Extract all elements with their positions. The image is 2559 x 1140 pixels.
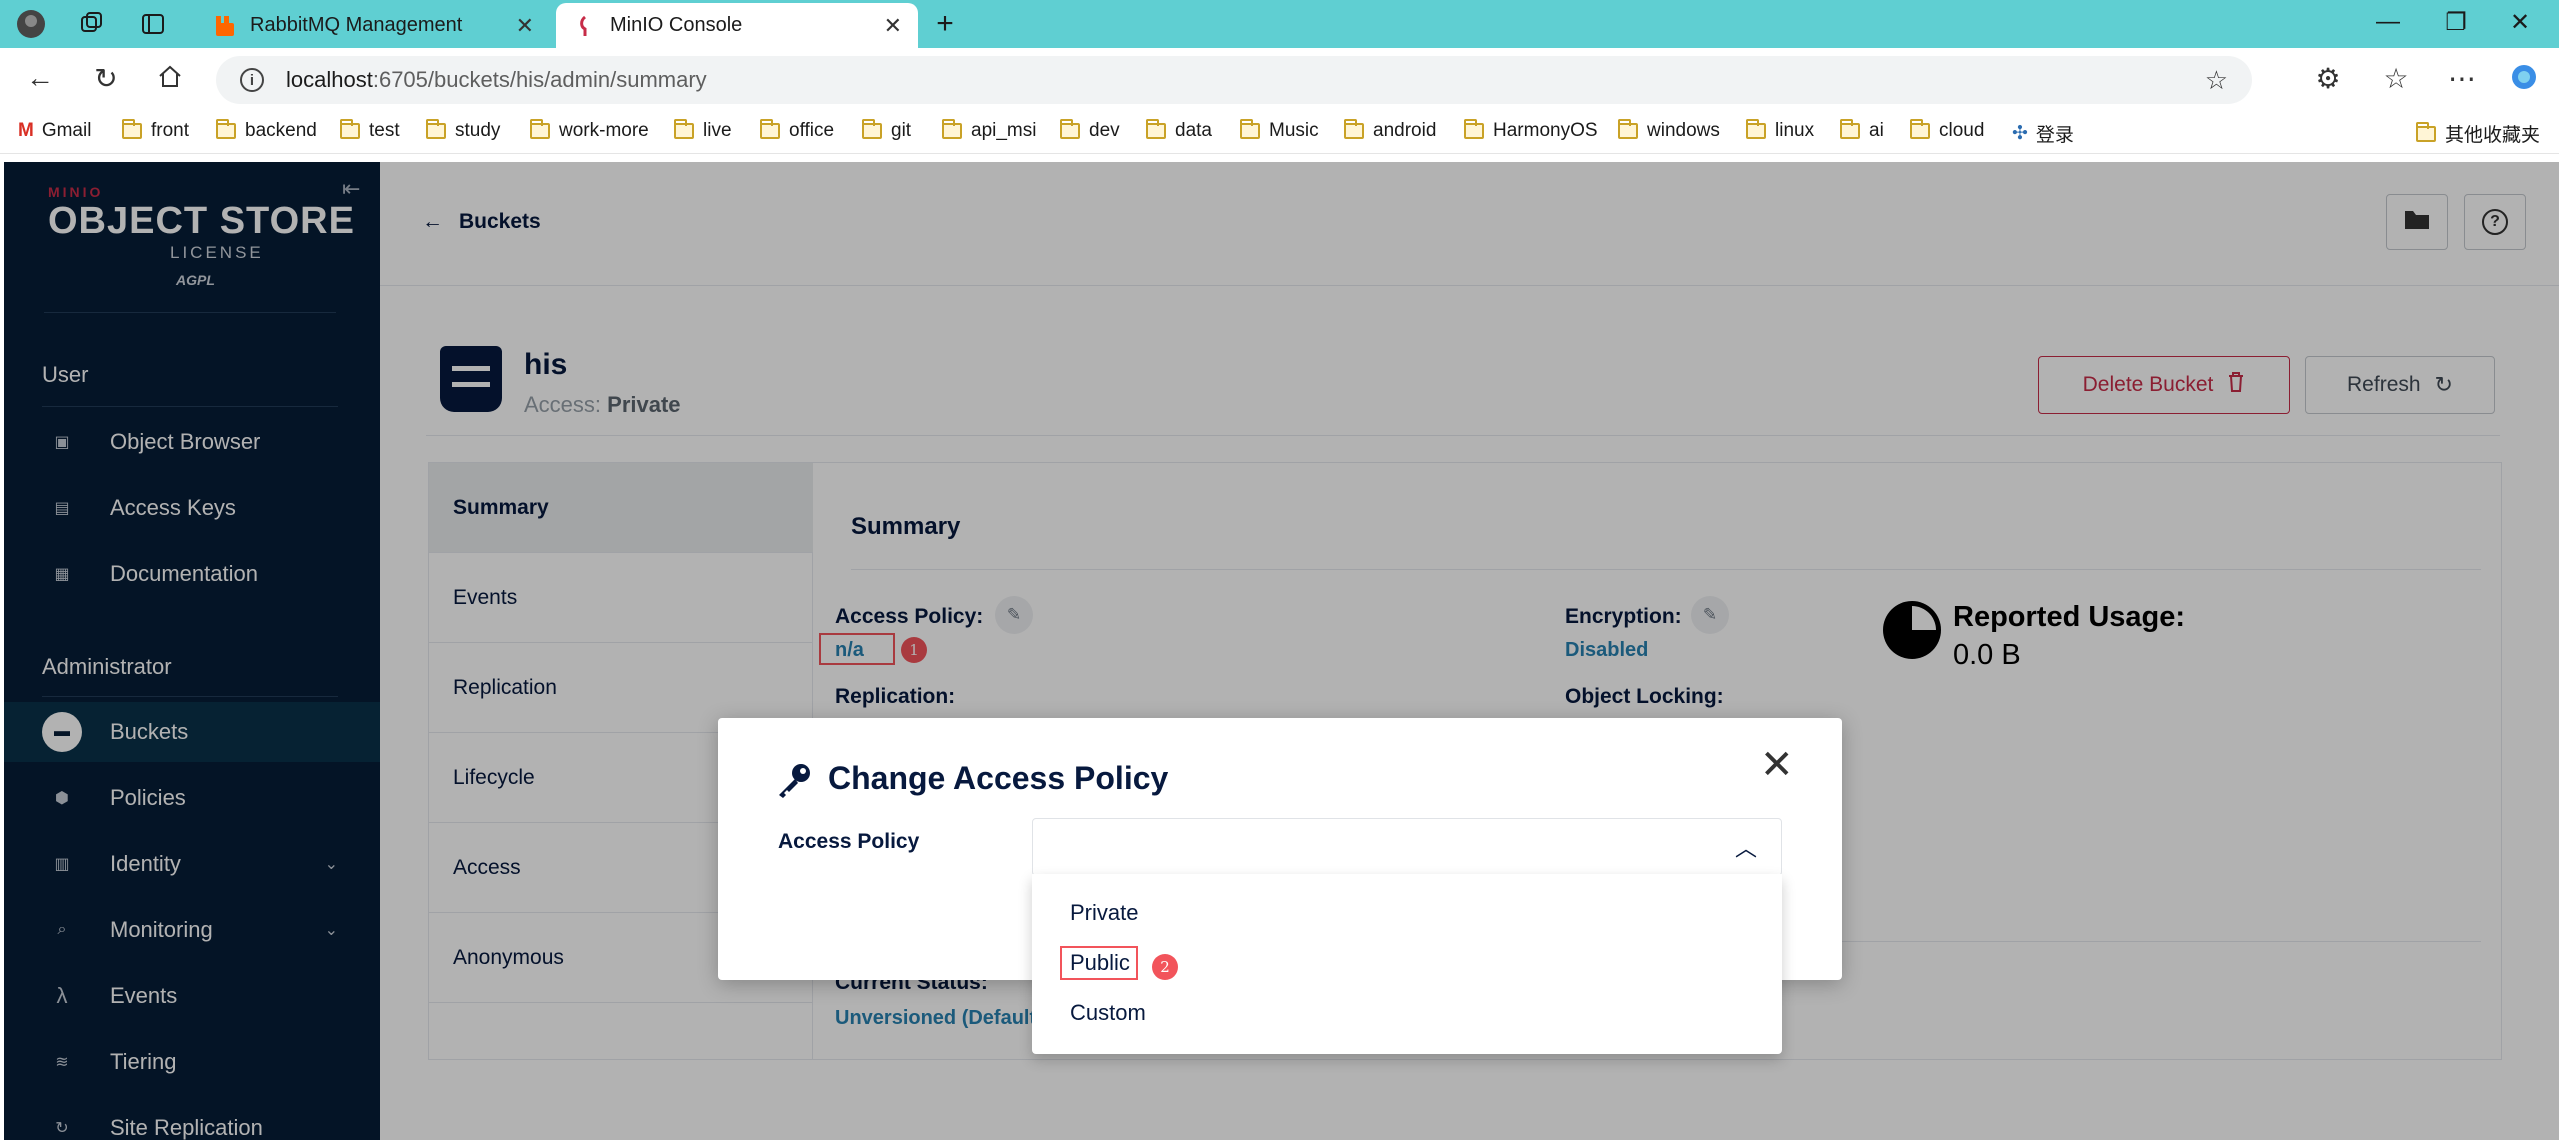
tab-label: MinIO Console xyxy=(610,14,743,36)
folder-icon xyxy=(340,119,360,139)
tab-close-icon[interactable]: ✕ xyxy=(884,13,902,39)
bookmark-folder[interactable]: git xyxy=(862,119,911,142)
bookmark-folder[interactable]: ai xyxy=(1840,119,1884,142)
home-icon[interactable] xyxy=(152,62,188,97)
bookmark-folder[interactable]: work-more xyxy=(530,119,649,142)
folder-icon xyxy=(1910,119,1930,139)
bookmark-folder[interactable]: cloud xyxy=(1910,119,1984,142)
annotation-marker: 2 xyxy=(1152,954,1178,980)
favorite-star-icon[interactable]: ☆ xyxy=(2205,65,2228,96)
reload-icon[interactable]: ↻ xyxy=(88,62,124,95)
folder-icon xyxy=(1464,119,1484,139)
folder-icon xyxy=(216,119,236,139)
globe-icon: ✣ xyxy=(2012,123,2028,144)
bookmark-folder[interactable]: windows xyxy=(1618,119,1720,142)
folder-icon xyxy=(426,119,446,139)
bookmark-login[interactable]: ✣ 登录 xyxy=(2012,120,2074,147)
bookmark-folder[interactable]: dev xyxy=(1060,119,1120,142)
option-private[interactable]: Private xyxy=(1070,900,1138,926)
window-close-icon[interactable]: ✕ xyxy=(2500,8,2540,37)
vertical-tabs-icon[interactable] xyxy=(138,9,168,39)
favorites-icon[interactable]: ☆ xyxy=(2378,62,2414,95)
access-policy-select[interactable]: ︿ xyxy=(1032,818,1782,876)
folder-icon xyxy=(1618,119,1638,139)
access-policy-options: Private Public 2 Custom xyxy=(1032,874,1782,1054)
key-icon xyxy=(774,760,812,798)
folder-icon xyxy=(122,119,142,139)
copilot-icon[interactable] xyxy=(2506,62,2542,99)
minimize-icon[interactable]: — xyxy=(2368,8,2408,36)
browser-toolbar: ← ↻ i localhost:6705/buckets/his/admin/s… xyxy=(0,48,2559,112)
address-bar[interactable]: i localhost:6705/buckets/his/admin/summa… xyxy=(216,56,2252,104)
back-arrow-icon[interactable]: ← xyxy=(22,62,58,94)
bookmark-folder[interactable]: backend xyxy=(216,119,317,142)
new-tab-button[interactable]: + xyxy=(930,7,960,40)
folder-icon xyxy=(760,119,780,139)
tab-rabbitmq[interactable]: RabbitMQ Management ✕ xyxy=(196,3,550,48)
minio-favicon-icon xyxy=(574,15,596,37)
folder-icon xyxy=(1746,119,1766,139)
bookmark-folder[interactable]: linux xyxy=(1746,119,1814,142)
bookmark-folder[interactable]: front xyxy=(122,119,189,142)
access-policy-field-label: Access Policy xyxy=(778,830,920,853)
tab-minio-console[interactable]: MinIO Console ✕ xyxy=(556,3,918,48)
rabbitmq-favicon-icon xyxy=(214,15,236,37)
bookmarks-bar: M Gmail front backend test study work-mo… xyxy=(0,112,2559,154)
bookmark-gmail[interactable]: M Gmail xyxy=(18,120,91,142)
bookmark-folder[interactable]: live xyxy=(674,119,732,142)
tab-label: RabbitMQ Management xyxy=(250,14,463,36)
tab-close-icon[interactable]: ✕ xyxy=(516,13,534,39)
bookmark-folder[interactable]: android xyxy=(1344,119,1436,142)
profile-avatar-icon[interactable] xyxy=(16,9,46,39)
option-custom[interactable]: Custom xyxy=(1070,1000,1146,1026)
folder-icon xyxy=(674,119,694,139)
browser-tab-bar: RabbitMQ Management ✕ MinIO Console ✕ + … xyxy=(0,0,2559,48)
bookmark-folder[interactable]: study xyxy=(426,119,500,142)
extensions-icon[interactable]: ⚙ xyxy=(2310,62,2346,95)
bookmark-folder[interactable]: test xyxy=(340,119,400,142)
chevron-up-icon: ︿ xyxy=(1734,836,1757,861)
workspaces-icon[interactable] xyxy=(76,9,106,39)
folder-icon xyxy=(1060,119,1080,139)
folder-icon xyxy=(1146,119,1166,139)
bookmark-folder[interactable]: office xyxy=(760,119,834,142)
url-path: :6705/buckets/his/admin/summary xyxy=(372,67,707,92)
folder-icon xyxy=(862,119,882,139)
gmail-icon: M xyxy=(18,120,34,141)
bookmark-folder[interactable]: Music xyxy=(1240,119,1319,142)
bookmark-folder[interactable]: api_msi xyxy=(942,119,1036,142)
annotation-highlight xyxy=(1060,946,1138,980)
folder-icon xyxy=(1344,119,1364,139)
url-host: localhost xyxy=(286,67,373,92)
bookmark-folder[interactable]: data xyxy=(1146,119,1212,142)
folder-icon xyxy=(1840,119,1860,139)
restore-icon[interactable]: ❐ xyxy=(2436,8,2476,37)
close-icon[interactable]: ✕ xyxy=(1760,742,1794,788)
site-info-icon[interactable]: i xyxy=(240,68,264,92)
more-menu-icon[interactable]: ⋯ xyxy=(2444,62,2480,95)
folder-icon xyxy=(942,119,962,139)
folder-icon xyxy=(530,119,550,139)
bookmark-folder[interactable]: HarmonyOS xyxy=(1464,119,1598,142)
other-bookmarks-folder[interactable]: 其他收藏夹 xyxy=(2416,120,2540,147)
folder-icon xyxy=(2416,121,2436,142)
folder-icon xyxy=(1240,119,1260,139)
dialog-title: Change Access Policy xyxy=(828,760,1169,796)
